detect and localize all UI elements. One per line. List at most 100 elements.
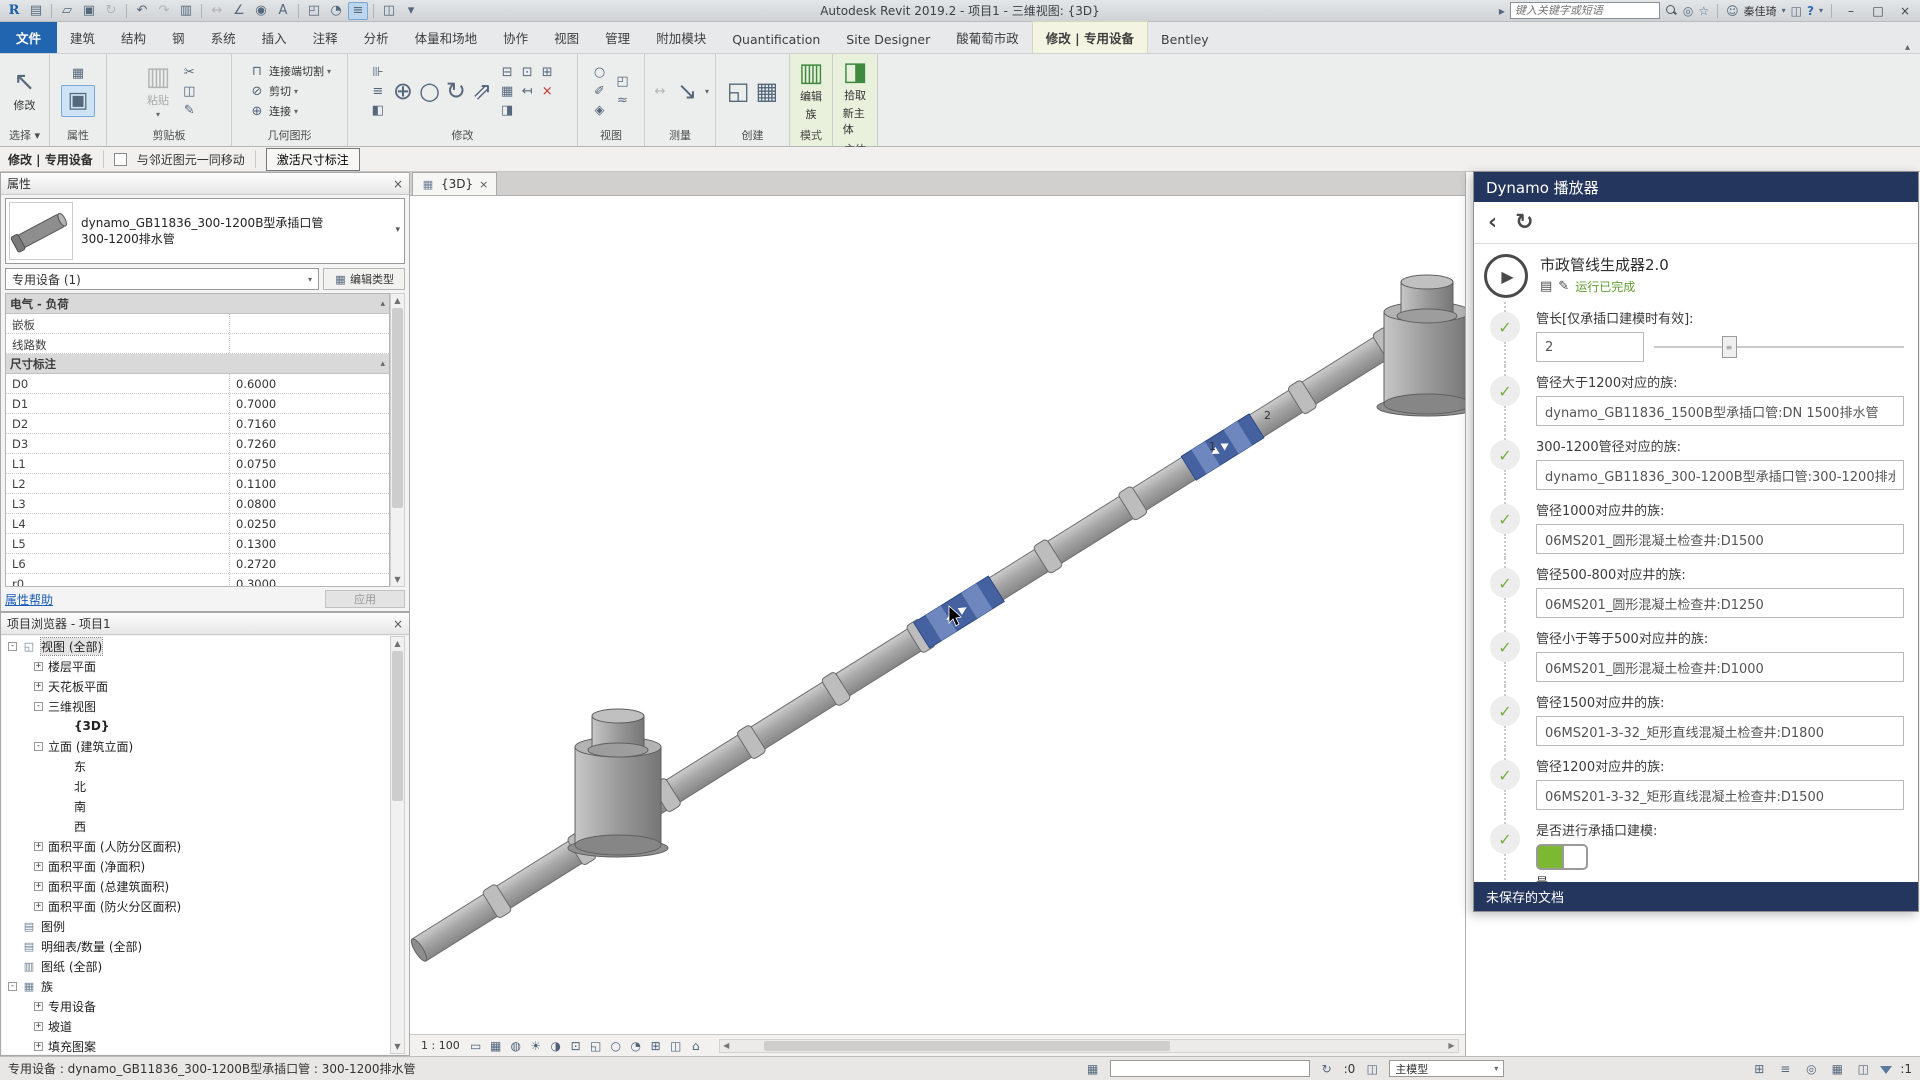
dynamo-player-titlebar[interactable]: Dynamo 播放器 (1474, 172, 1918, 202)
param-row[interactable]: L10.0750 (6, 454, 389, 474)
delete-icon[interactable]: × (538, 83, 556, 100)
type-selector[interactable]: dynamo_GB11836_300-1200B型承插口管 300-1200排水… (5, 198, 405, 264)
rotate-icon[interactable]: ↻ (446, 77, 466, 105)
mirror-icon[interactable]: ◧ (369, 102, 387, 119)
workset-input[interactable] (1110, 1060, 1310, 1077)
reveal-hidden-icon[interactable]: ◔ (627, 1037, 645, 1054)
tree-item-east[interactable]: 东 (2, 756, 390, 776)
horizontal-scrollbar[interactable]: ◀ ▶ (719, 1039, 1459, 1053)
project-browser-header[interactable]: 项目浏览器 - 项目1 × (1, 613, 409, 635)
tab-steel[interactable]: 钢 (159, 22, 198, 53)
match-properties-icon[interactable]: ✎ (180, 102, 198, 119)
tree-item-schedules[interactable]: ▤明细表/数量 (全部) (2, 936, 390, 956)
properties-help-link[interactable]: 属性帮助 (5, 591, 53, 608)
measure-icon[interactable]: ↔ (207, 2, 227, 20)
app-store-icon[interactable]: ◫ (1791, 4, 1802, 18)
tab-site-designer[interactable]: Site Designer (833, 26, 943, 53)
view-tab-3d[interactable]: ▦ {3D} × (412, 172, 497, 195)
displaced-elements-icon[interactable]: ◫ (667, 1037, 685, 1054)
param-row[interactable]: 嵌板 (6, 314, 389, 334)
param-row[interactable]: L50.1300 (6, 534, 389, 554)
section-icon[interactable]: ◔ (326, 2, 346, 20)
param-row[interactable]: D30.7260 (6, 434, 389, 454)
user-name[interactable]: 秦佳琦 (1744, 3, 1777, 19)
exclude-options-icon[interactable]: ⊞ (1750, 1062, 1768, 1076)
scroll-left-icon[interactable]: ◀ (720, 1041, 733, 1050)
tree-item-fill-patterns[interactable]: +填充图案 (2, 1036, 390, 1054)
project-browser-close-icon[interactable]: × (393, 617, 403, 631)
tab-massing-site[interactable]: 体量和场地 (402, 22, 491, 53)
close-button[interactable]: × (1894, 3, 1916, 19)
align-icon[interactable]: ⊪ (369, 64, 387, 81)
help-dropdown-icon[interactable]: ▾ (1819, 6, 1823, 15)
tab-structure[interactable]: 结构 (108, 22, 159, 53)
copy-icon[interactable]: ◫ (180, 83, 198, 100)
open-icon[interactable]: ▱ (57, 2, 77, 20)
redo-icon[interactable]: ↷ (154, 2, 174, 20)
favorites-star-icon[interactable]: ☆ (1698, 4, 1709, 18)
scroll-down-icon[interactable]: ▼ (391, 573, 404, 586)
pick-new-host-button[interactable]: ◨ 拾取 新主体 (837, 57, 874, 139)
tab-systems[interactable]: 系统 (198, 22, 249, 53)
tab-bentley[interactable]: Bentley (1148, 26, 1222, 53)
tree-item-floor-plans[interactable]: +楼层平面 (2, 656, 390, 676)
cut-icon[interactable]: ✂ (180, 64, 198, 81)
join-end-cut-button[interactable]: ⊓ 连接端切割 ▾ (248, 63, 331, 80)
cut-geometry-button[interactable]: ⊘ 剪切 ▾ (248, 83, 331, 100)
pin-icon[interactable]: ⊡ (518, 64, 536, 81)
pinned-elements-icon[interactable]: ▦ (1828, 1062, 1846, 1076)
thin-lines-icon[interactable]: ≡ (348, 2, 368, 20)
section-electrical-loads[interactable]: 电气 - 负荷▴ (6, 294, 389, 314)
switch-windows-icon[interactable]: ◫ (379, 2, 399, 20)
tree-item-area-plan-gross[interactable]: +面积平面 (总建筑面积) (2, 876, 390, 896)
tab-suanputao[interactable]: 酸葡萄市政 (943, 22, 1032, 53)
properties-scrollbar[interactable]: ▲ ▼ (390, 293, 405, 587)
hide-element-icon[interactable]: ◈ (591, 102, 609, 119)
collapse-search-icon[interactable]: ▸ (1499, 4, 1505, 18)
tree-item-elevations[interactable]: -立面 (建筑立面) (2, 736, 390, 756)
measure-between-icon[interactable]: ↘ (677, 77, 697, 105)
back-icon[interactable]: ‹ (1488, 210, 1497, 235)
displace-icon[interactable]: ◰ (614, 73, 632, 90)
scroll-down-icon[interactable]: ▼ (391, 1040, 404, 1053)
info-center-icon[interactable]: ◎ (1683, 4, 1693, 18)
tab-manage[interactable]: 管理 (592, 22, 643, 53)
activate-dimensions-button[interactable]: 激活尺寸标注 (266, 148, 360, 171)
tree-item-area-plan-civil[interactable]: +面积平面 (人防分区面积) (2, 836, 390, 856)
panel-mode-caption[interactable]: 模式 (790, 128, 832, 146)
pipe-length-input[interactable] (1536, 332, 1644, 362)
tab-architecture[interactable]: 建筑 (57, 22, 108, 53)
measure-line-icon[interactable]: ↔ (651, 83, 669, 100)
tab-annotate[interactable]: 注释 (300, 22, 351, 53)
tree-item-area-plan-fire[interactable]: +面积平面 (防火分区面积) (2, 896, 390, 916)
crop-view-icon[interactable]: ⊡ (567, 1037, 585, 1054)
scroll-up-icon[interactable]: ▲ (391, 637, 404, 650)
tree-item-legends[interactable]: ▤图例 (2, 916, 390, 936)
panel-properties-caption[interactable]: 属性 (50, 128, 106, 146)
tab-view[interactable]: 视图 (541, 22, 592, 53)
properties-close-icon[interactable]: × (393, 177, 403, 191)
panel-view-caption[interactable]: 视图 (578, 128, 644, 146)
tree-item-families[interactable]: -▦族 (2, 976, 390, 996)
customize-qat-icon[interactable]: ▾ (401, 2, 421, 20)
linework-icon[interactable]: ✐ (591, 83, 609, 100)
param-row[interactable]: r00.3000 (6, 574, 389, 587)
tree-item-ramps[interactable]: +坡道 (2, 1016, 390, 1036)
temporary-view-properties-icon[interactable]: ⊞ (647, 1037, 665, 1054)
section-collapse-icon[interactable]: ▴ (380, 299, 385, 309)
view-scale-button[interactable]: 1 : 100 (416, 1037, 465, 1054)
paste-button[interactable]: ▥ 粘贴 ▾ (140, 62, 177, 121)
create-group-icon[interactable]: ◱ (727, 77, 750, 105)
selection-filter-icon[interactable] (1880, 1066, 1892, 1074)
param-row[interactable]: L60.2720 (6, 554, 389, 574)
join-geometry-button[interactable]: ⊕ 连接 ▾ (248, 103, 331, 120)
drawing-canvas[interactable]: 1 2 (410, 196, 1465, 1034)
show-outputs-icon[interactable]: ▤ (1540, 279, 1552, 294)
detail-level-icon[interactable]: ▭ (467, 1037, 485, 1054)
run-script-button[interactable]: ▶ (1484, 254, 1528, 298)
ribbon-collapse-icon[interactable]: ▴ (1895, 42, 1920, 53)
tree-item-area-plan-net[interactable]: +面积平面 (净面积) (2, 856, 390, 876)
undo-icon[interactable]: ↶ (132, 2, 152, 20)
show-crop-icon[interactable]: ◱ (587, 1037, 605, 1054)
tab-insert[interactable]: 插入 (249, 22, 300, 53)
